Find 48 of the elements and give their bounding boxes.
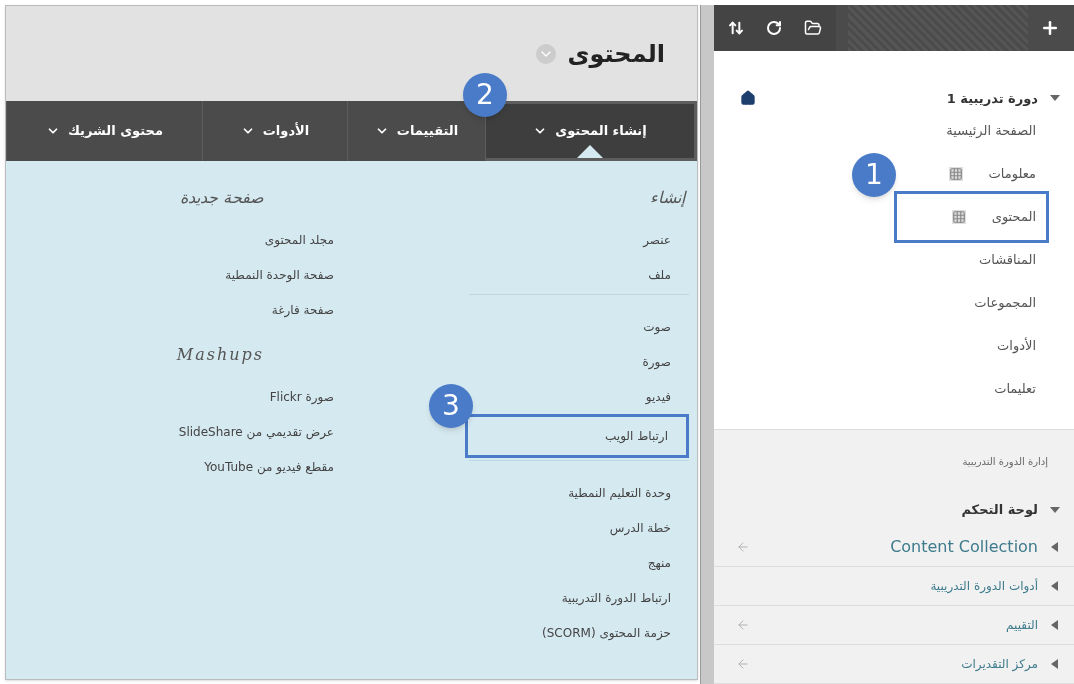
menu-item[interactable]: صوت <box>469 309 689 344</box>
menu-heading: إنشاء <box>649 187 688 209</box>
menu-item[interactable]: عنصر <box>469 222 689 257</box>
menu-item[interactable]: صفحة فارغة <box>74 292 334 327</box>
menu-item[interactable]: صفحة الوحدة النمطية <box>74 257 334 292</box>
menu-item[interactable]: ملف <box>469 257 689 292</box>
collapse-triangle-icon[interactable] <box>1050 620 1060 630</box>
menu-item[interactable]: عرض تقديمي من SlideShare <box>74 414 334 449</box>
callout-badge: 3 <box>429 384 473 428</box>
menu-heading: صفحة جديدة <box>178 187 265 209</box>
course-menu-item[interactable]: المجموعات <box>974 293 1036 313</box>
menu-item[interactable]: منهج <box>469 545 689 580</box>
menu-item[interactable]: وحدة التعليم النمطية <box>469 475 689 510</box>
highlighted-menu-item[interactable]: ارتباط الويب <box>465 414 689 458</box>
control-panel-item[interactable]: مركز التقديرات <box>714 645 1074 684</box>
menu-item[interactable]: مقطع فيديو من YouTube <box>74 449 334 484</box>
control-panel-item[interactable]: أدوات الدورة التدريبية <box>714 567 1074 606</box>
panel-title[interactable]: لوحة التحكم <box>961 500 1038 520</box>
folder-icon[interactable] <box>804 19 822 38</box>
page-title: المحتوى <box>567 38 665 70</box>
control-panel-item[interactable]: التقييم <box>714 606 1074 645</box>
course-menu-item[interactable]: الأدوات <box>997 336 1036 356</box>
course-title[interactable]: دورة تدريبية 1 <box>946 88 1038 109</box>
menu-item[interactable]: مجلد المحتوى <box>74 222 334 257</box>
section-heading: إدارة الدورة التدريبية <box>961 455 1049 470</box>
course-menu-item[interactable]: الصفحة الرئيسية <box>946 121 1036 141</box>
collapse-triangle-icon[interactable] <box>1050 581 1060 591</box>
menu-item[interactable]: صورة <box>469 344 689 379</box>
collapse-triangle-icon[interactable] <box>1050 659 1060 669</box>
menu-item[interactable]: حزمة المحتوى (SCORM) <box>469 615 689 650</box>
collapse-triangle-icon[interactable] <box>1050 542 1060 552</box>
menu-item[interactable]: ارتباط الدورة التدريبية <box>469 580 689 615</box>
highlighted-course-menu-item[interactable]: المحتوى <box>894 190 1049 243</box>
menu-item[interactable]: صورة Flickr <box>74 379 334 414</box>
callout-badge: 1 <box>852 152 896 197</box>
control-panel-item[interactable]: Content Collection <box>714 528 1074 567</box>
expand-triangle-icon[interactable] <box>1050 505 1060 515</box>
course-menu-item[interactable]: المناقشات <box>979 250 1036 270</box>
home-icon[interactable] <box>740 90 756 107</box>
grid-icon <box>951 209 966 224</box>
course-menu-item[interactable]: معلومات <box>948 164 1036 184</box>
grid-icon <box>948 166 963 181</box>
menu-item[interactable]: خطة الدرس <box>469 510 689 545</box>
course-menu-item[interactable]: تعليمات <box>994 379 1036 399</box>
refresh-icon[interactable] <box>766 20 782 37</box>
pointer-icon <box>577 145 603 158</box>
sort-icon[interactable] <box>728 20 744 37</box>
menu-heading: Mashups <box>175 344 265 366</box>
